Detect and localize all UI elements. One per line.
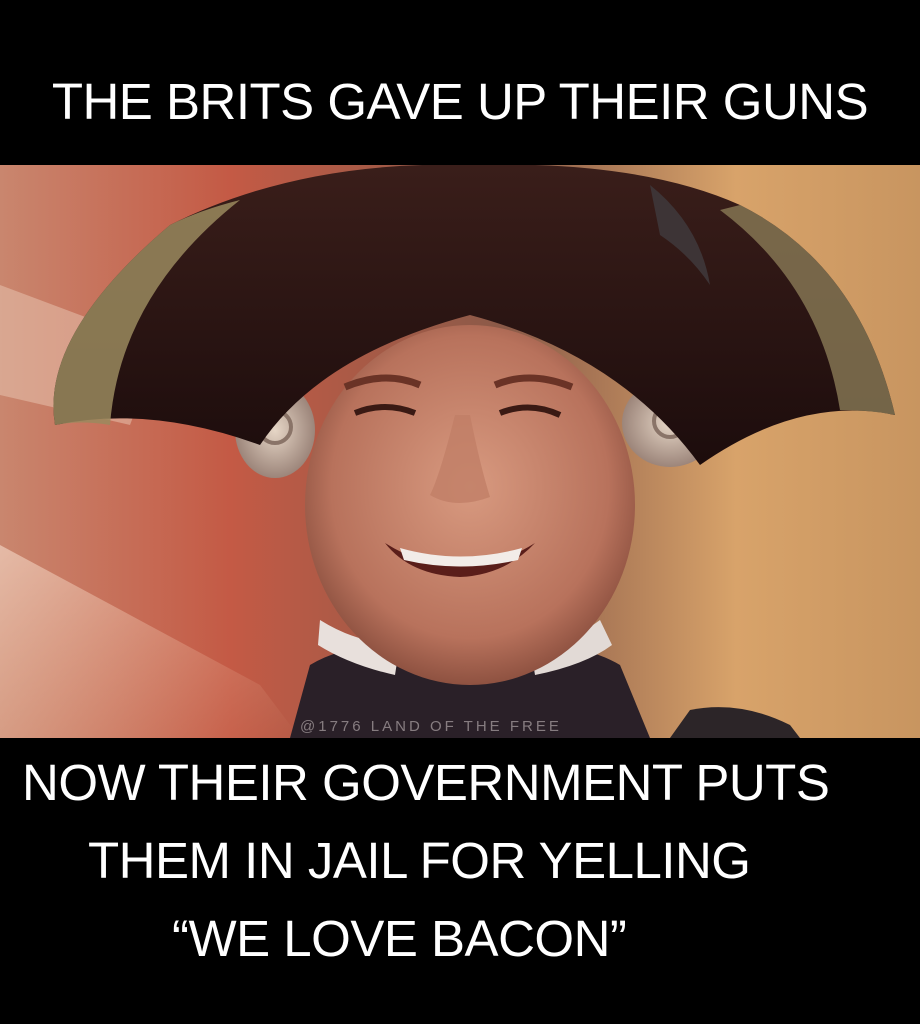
colonial-man-photo <box>0 165 920 738</box>
bottom-caption-line-1: NOW THEIR GOVERNMENT PUTS <box>22 754 830 811</box>
top-caption: THE BRITS GAVE UP THEIR GUNS <box>51 73 869 130</box>
face <box>305 325 635 685</box>
watermark: @1776 LAND OF THE FREE <box>300 718 562 735</box>
bottom-caption-line-2: THEM IN JAIL FOR YELLING <box>88 832 751 889</box>
bottom-caption-line-3: “WE LOVE BACON” <box>172 910 627 967</box>
meme-image: THE BRITS GAVE UP THEIR GUNS @1776 LAND … <box>0 0 920 1024</box>
